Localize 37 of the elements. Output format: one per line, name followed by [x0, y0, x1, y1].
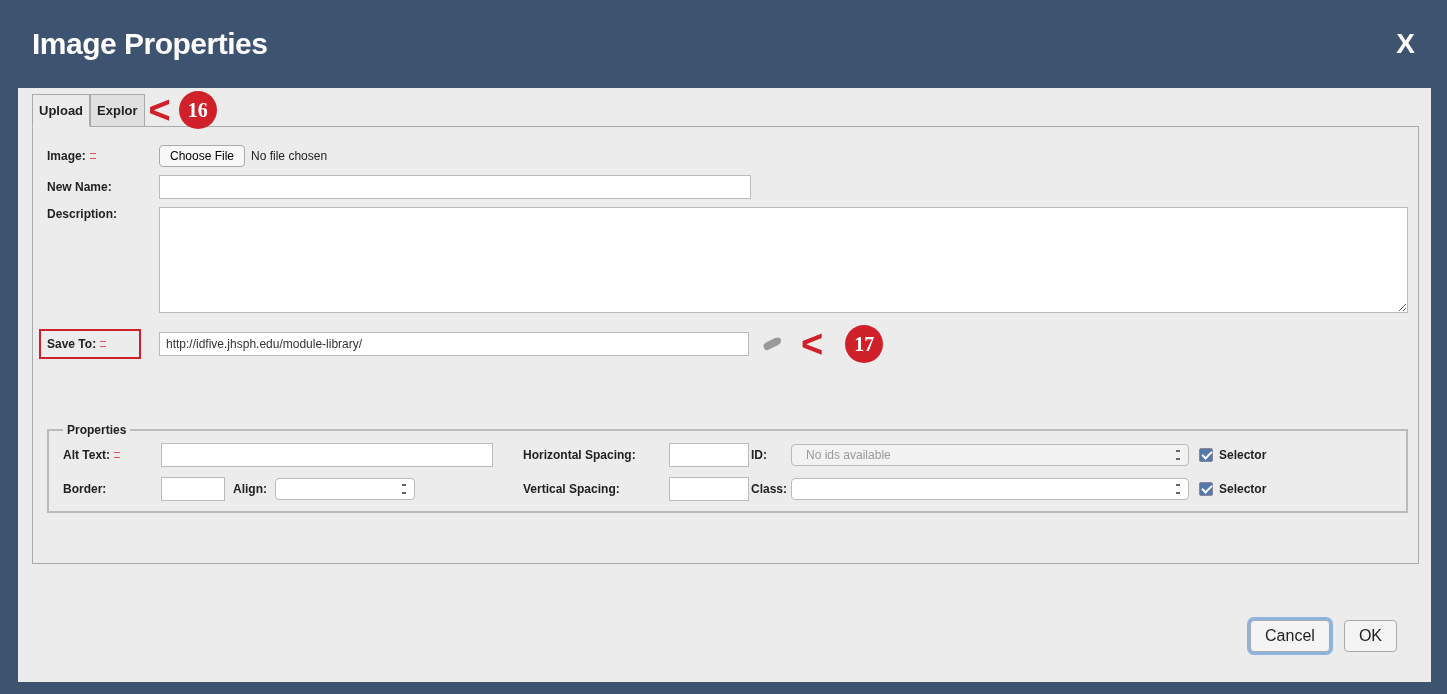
field-label: Horizontal Spacing:: [523, 448, 637, 462]
choose-file-button[interactable]: Choose File: [159, 145, 246, 167]
callout-number: 17: [845, 325, 884, 363]
horizontal-spacing-field[interactable]: [669, 443, 749, 467]
class-select[interactable]: [791, 478, 1189, 500]
close-button[interactable]: X: [1396, 28, 1415, 60]
alt-text-field[interactable]: [161, 443, 493, 467]
tab[interactable]: Upload: [32, 94, 91, 127]
field-label: ID:: [751, 448, 768, 462]
dialog-button[interactable]: Cancel: [1250, 620, 1330, 652]
link-icon[interactable]: [761, 336, 783, 352]
checkbox[interactable]: [1199, 482, 1213, 496]
window-title: Image Properties: [32, 27, 268, 61]
field-label: Align:: [233, 482, 267, 496]
align-select[interactable]: [275, 478, 415, 500]
field-label: Class:: [751, 482, 789, 496]
callout-number: 16: [178, 91, 217, 129]
field-label: Alt Text:: [63, 448, 111, 462]
field-label: Vertical Spacing:: [523, 482, 621, 496]
vertical-spacing-field[interactable]: [669, 477, 749, 501]
file-status: No file chosen: [251, 149, 328, 163]
field-label: New Name:: [47, 180, 112, 194]
field-label: Description:: [47, 207, 117, 221]
field-label: Image:: [47, 149, 86, 163]
field-label: Border:: [63, 482, 108, 496]
tab[interactable]: Explor: [90, 94, 145, 126]
new-name-field[interactable]: [159, 175, 751, 199]
checkbox-label: Selector: [1219, 448, 1267, 462]
callout-arrow: <: [801, 325, 824, 363]
callout-arrow: <: [148, 91, 171, 129]
group-legend: Properties: [63, 423, 131, 437]
dialog-button[interactable]: OK: [1343, 620, 1397, 652]
checkbox-label: Selector: [1219, 482, 1267, 496]
description-field[interactable]: [158, 207, 1408, 313]
save-to-field[interactable]: http://idfive.jhsph.edu/module-library/: [159, 332, 749, 356]
border-field[interactable]: [161, 477, 225, 501]
field-label: Save To:: [47, 337, 97, 351]
